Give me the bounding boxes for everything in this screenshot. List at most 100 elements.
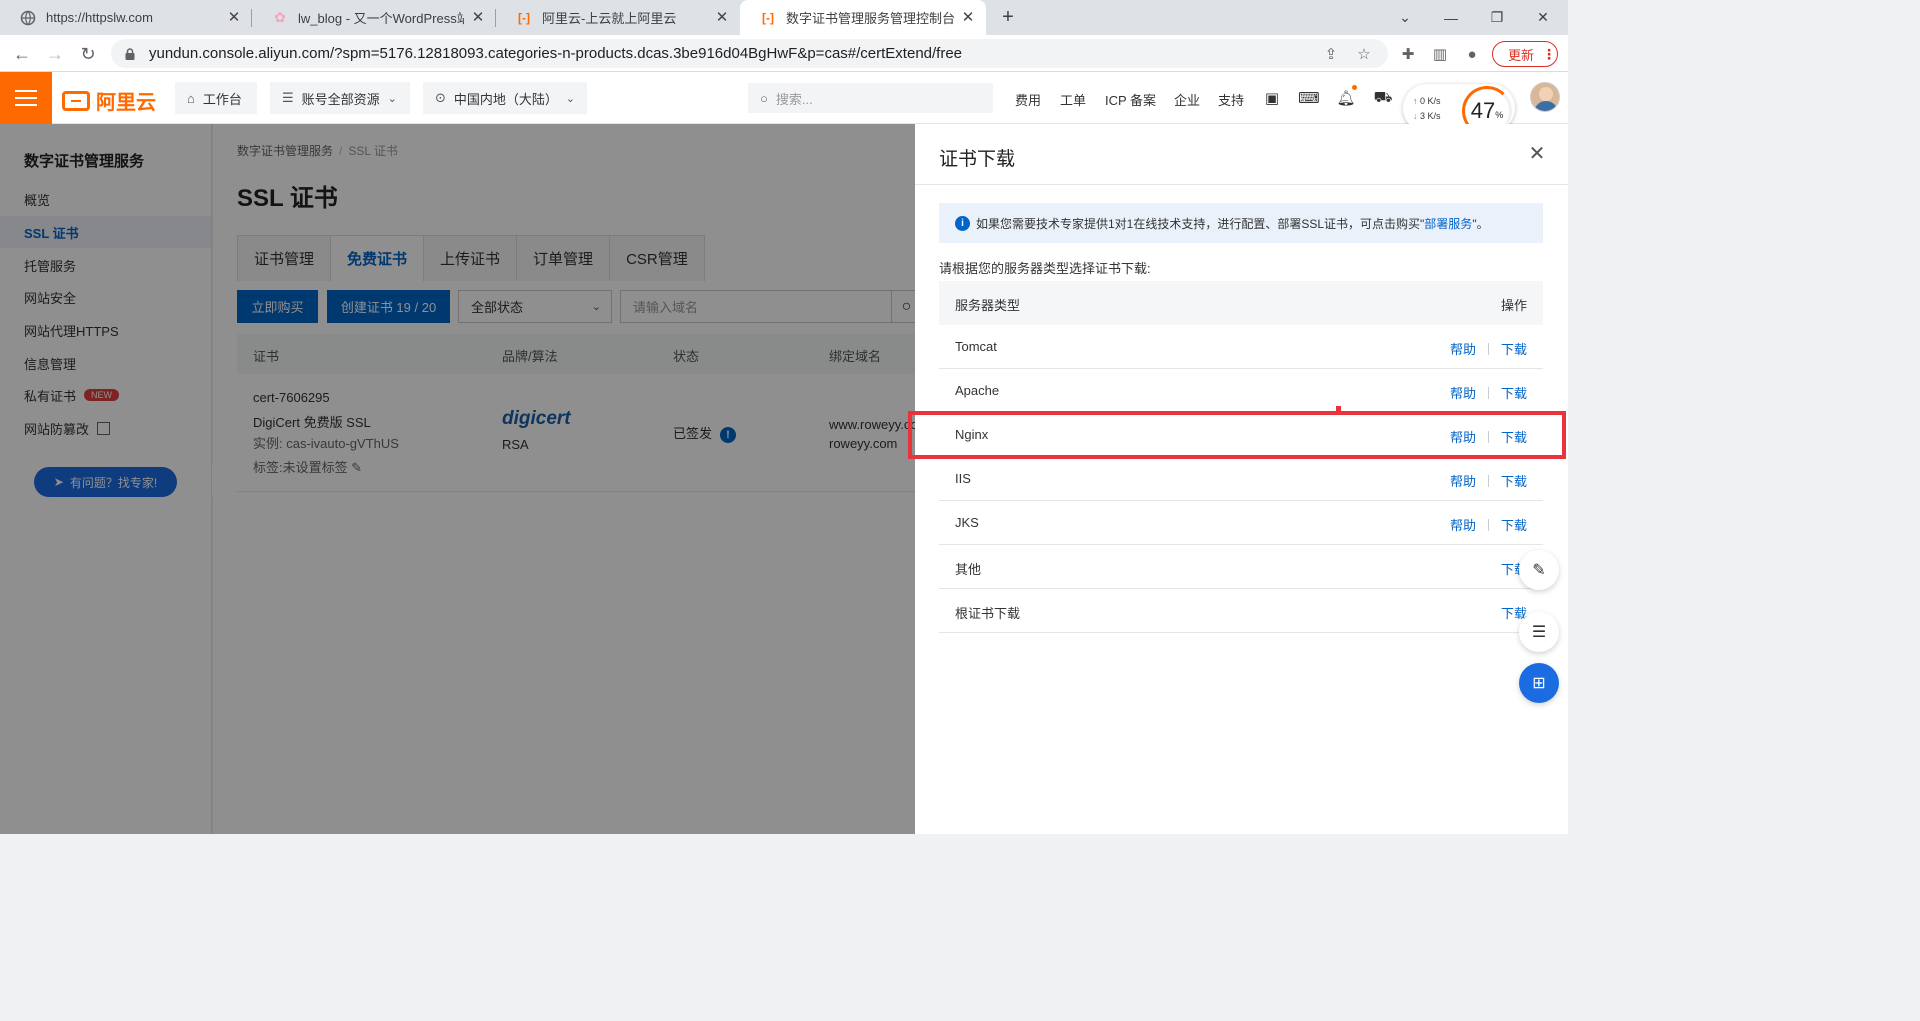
- location-pin-icon: ⊙: [435, 90, 446, 105]
- bell-icon[interactable]: 🔔︎: [1336, 88, 1356, 108]
- edit-feedback-icon[interactable]: ✎: [1519, 550, 1559, 590]
- column-header: 服务器类型: [955, 298, 1021, 313]
- drawer-title: 证书下载: [939, 149, 1016, 170]
- globe-icon: [20, 10, 36, 26]
- aliyun-logo-icon: [-]: [762, 10, 774, 25]
- aliyun-logo[interactable]: 阿里云: [62, 86, 156, 115]
- forward-arrow-icon[interactable]: →: [42, 41, 68, 67]
- header-link-billing[interactable]: 费用: [1015, 90, 1041, 109]
- server-name: IIS: [955, 471, 971, 486]
- close-icon[interactable]: ✕: [470, 9, 486, 26]
- search-placeholder: 搜索...: [775, 91, 813, 107]
- header-link-support[interactable]: 支持: [1218, 90, 1244, 109]
- update-button[interactable]: 更新 ⋮: [1492, 41, 1558, 67]
- tab-search-chevron-icon[interactable]: ⌄: [1382, 0, 1428, 35]
- terminal-icon[interactable]: ⌨: [1298, 88, 1320, 108]
- close-icon[interactable]: ✕: [714, 9, 730, 26]
- update-label: 更新: [1508, 47, 1535, 63]
- chat-icon[interactable]: ☰: [1519, 612, 1559, 652]
- arrow-down-icon: ↓: [1413, 111, 1418, 121]
- header-link-icp[interactable]: ICP 备案: [1105, 90, 1156, 109]
- browser-tab-bar: https://httpslw.com ✕ ✿ lw_blog - 又一个Wor…: [0, 0, 1568, 35]
- app-icon[interactable]: ▣: [1262, 88, 1282, 108]
- url-bar[interactable]: yundun.console.aliyun.com/?spm=5176.1281…: [111, 39, 1388, 68]
- column-header: 操作: [1500, 298, 1527, 313]
- server-table-header: 服务器类型 操作: [939, 281, 1543, 325]
- divider: [915, 184, 1568, 185]
- aliyun-mark-icon: [62, 90, 90, 111]
- workbench-button[interactable]: ⌂ 工作台: [175, 82, 257, 114]
- help-link[interactable]: 帮助: [1450, 383, 1476, 402]
- profile-icon[interactable]: ●: [1462, 44, 1482, 64]
- aliyun-logo-icon: [-]: [518, 10, 530, 25]
- search-icon: ○: [760, 90, 768, 106]
- help-link[interactable]: 帮助: [1450, 515, 1476, 534]
- server-name: Tomcat: [955, 339, 997, 354]
- help-link[interactable]: 帮助: [1450, 339, 1476, 358]
- table-row: JKS 帮助 下载: [939, 501, 1543, 545]
- cart-icon[interactable]: ⛟: [1373, 88, 1393, 108]
- browser-tab-title: 阿里云-上云就上阿里云: [542, 11, 677, 26]
- workbench-label: 工作台: [202, 91, 242, 107]
- flower-icon: ✿: [274, 9, 286, 25]
- back-arrow-icon[interactable]: ←: [9, 41, 35, 67]
- arrow-up-icon: ↑: [1413, 96, 1418, 106]
- close-icon[interactable]: ✕: [226, 9, 242, 26]
- download-link[interactable]: 下载: [1501, 471, 1527, 490]
- choose-server-label: 请根据您的服务器类型选择证书下载:: [939, 261, 1151, 276]
- gauge-value: 47: [1470, 98, 1496, 123]
- avatar[interactable]: [1530, 82, 1560, 112]
- browser-tab-3[interactable]: [-] 阿里云-上云就上阿里云 ✕: [496, 0, 740, 35]
- highlight-marker: [1336, 406, 1341, 411]
- minimize-icon[interactable]: —: [1428, 0, 1474, 35]
- upload-speed: 0 K/s: [1420, 96, 1441, 106]
- table-row: 根证书下载 下载: [939, 589, 1543, 633]
- account-resources-dropdown[interactable]: ☰ 账号全部资源 ⌄: [270, 82, 410, 114]
- chevron-down-icon: ⌄: [565, 92, 575, 105]
- apps-grid-icon[interactable]: ⊞: [1519, 663, 1559, 703]
- download-link[interactable]: 下载: [1501, 383, 1527, 402]
- star-icon[interactable]: ☆: [1355, 45, 1373, 63]
- table-row: Tomcat 帮助 下载: [939, 325, 1543, 369]
- info-text: 如果您需要技术专家提供1对1在线技术支持，进行配置、部署SSL证书，可点击购买": [976, 216, 1425, 231]
- modal-overlay[interactable]: [0, 124, 915, 834]
- download-link[interactable]: 下载: [1501, 515, 1527, 534]
- side-panel-icon[interactable]: ▥: [1430, 44, 1450, 64]
- reload-icon[interactable]: ↻: [75, 41, 101, 67]
- share-icon[interactable]: ⇪: [1322, 45, 1340, 63]
- region-label: 中国内地（大陆）: [453, 91, 558, 107]
- close-icon[interactable]: ✕: [960, 9, 976, 26]
- header-link-ticket[interactable]: 工单: [1060, 90, 1086, 109]
- browser-tab-2[interactable]: ✿ lw_blog - 又一个WordPress站点 ✕: [252, 0, 496, 35]
- region-dropdown[interactable]: ⊙ 中国内地（大陆） ⌄: [423, 82, 587, 114]
- extensions-puzzle-icon[interactable]: ✚: [1398, 44, 1418, 64]
- account-resources-label: 账号全部资源: [301, 91, 380, 107]
- header-link-enterprise[interactable]: 企业: [1174, 90, 1200, 109]
- help-link[interactable]: 帮助: [1450, 471, 1476, 490]
- maximize-icon[interactable]: ❐: [1474, 0, 1520, 35]
- download-link[interactable]: 下载: [1501, 339, 1527, 358]
- cert-download-drawer: 证书下载 ✕ i 如果您需要技术专家提供1对1在线技术支持，进行配置、部署SSL…: [915, 124, 1568, 834]
- new-tab-button[interactable]: +: [996, 5, 1020, 29]
- table-row: 其他 下载: [939, 545, 1543, 589]
- window-close-icon[interactable]: ✕: [1520, 0, 1566, 35]
- close-icon[interactable]: ✕: [1527, 144, 1547, 164]
- home-icon: ⌂: [187, 90, 195, 106]
- deploy-service-link[interactable]: 部署服务: [1424, 215, 1472, 232]
- download-speed: 3 K/s: [1420, 111, 1441, 121]
- browser-tab-title: lw_blog - 又一个WordPress站点: [298, 11, 464, 26]
- info-icon: i: [955, 215, 970, 231]
- menu-icon[interactable]: [0, 72, 52, 124]
- notification-dot: [1352, 85, 1357, 90]
- console-search-input[interactable]: ○ 搜索...: [748, 83, 993, 113]
- url-text: yundun.console.aliyun.com/?spm=5176.1281…: [149, 45, 963, 62]
- chevron-down-icon: ⌄: [387, 92, 397, 105]
- browser-tab-4[interactable]: [-] 数字证书管理服务管理控制台 - SSL ✕: [740, 0, 986, 35]
- console-header: 阿里云 ⌂ 工作台 ☰ 账号全部资源 ⌄ ⊙ 中国内地（大陆） ⌄ ○ 搜索..…: [0, 72, 1568, 124]
- server-name: 根证书下载: [955, 606, 1021, 621]
- browser-tab-1[interactable]: https://httpslw.com ✕: [0, 0, 252, 35]
- more-vert-icon: ⋮: [1542, 45, 1557, 62]
- browser-tab-title: 数字证书管理服务管理控制台 - SSL: [786, 11, 954, 26]
- lock-icon: [123, 47, 137, 61]
- server-name: Apache: [955, 383, 1000, 398]
